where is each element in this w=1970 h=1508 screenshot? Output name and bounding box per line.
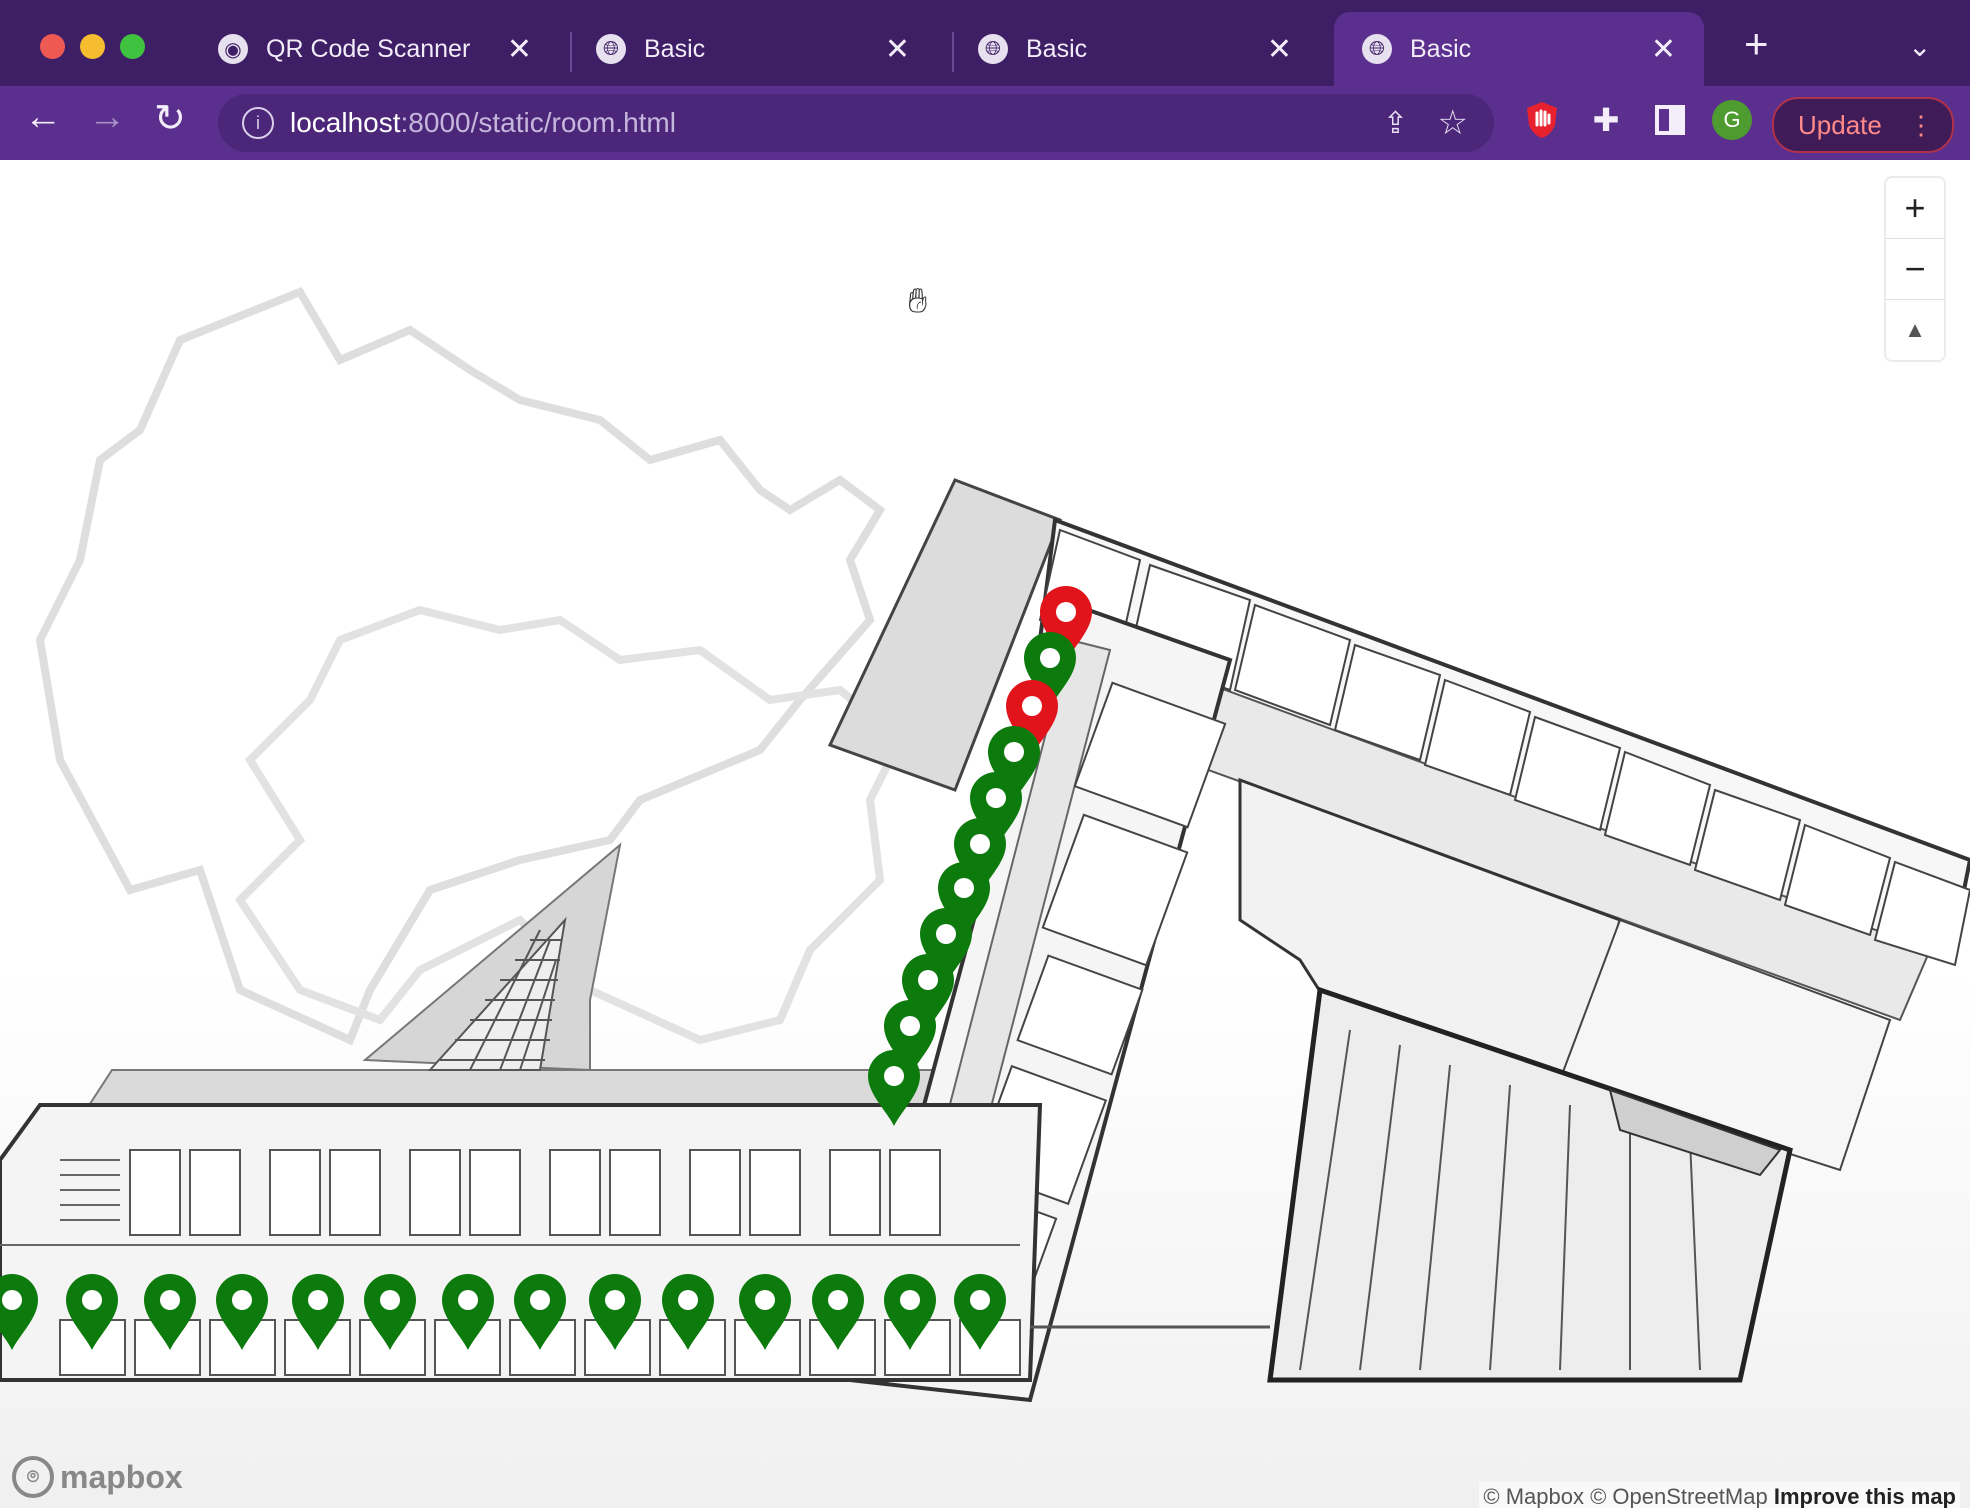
zoom-out-button[interactable]: −	[1886, 239, 1944, 300]
tab-label: Basic	[644, 34, 706, 63]
tab-label: QR Code Scanner	[266, 34, 471, 63]
mapbox-mark-icon: ⌾	[12, 1456, 54, 1498]
marker-center-dot	[1056, 602, 1076, 622]
profile-avatar[interactable]: G	[1712, 100, 1752, 140]
marker-center-dot	[986, 788, 1006, 808]
marker-center-dot	[1040, 648, 1060, 668]
improve-map-link[interactable]: Improve this map	[1774, 1484, 1956, 1508]
update-button[interactable]: Update ⋮	[1772, 97, 1954, 153]
zoom-in-button[interactable]: +	[1886, 178, 1944, 239]
marker-center-dot	[678, 1290, 698, 1310]
update-label: Update	[1798, 109, 1882, 140]
attribution-text: © Mapbox © OpenStreetMap	[1483, 1484, 1768, 1508]
share-icon[interactable]: ⇪	[1383, 106, 1408, 141]
new-tab-button[interactable]: +	[1744, 20, 1769, 68]
map-canvas[interactable]: ✋︎ + − ▲ ⌾ mapbox © Mapbox © OpenStreetM…	[0, 160, 1970, 1508]
tab-search-chevron-icon[interactable]: ⌄	[1908, 30, 1931, 63]
marker-center-dot	[2, 1290, 22, 1310]
url-host: localhost	[290, 107, 401, 138]
marker-center-dot	[954, 878, 974, 898]
menu-kebab-icon[interactable]: ⋮	[1908, 110, 1934, 141]
navigation-control: + − ▲	[1886, 178, 1944, 360]
close-tab-icon[interactable]: ✕	[507, 32, 532, 67]
hand-cursor-icon: ✋︎	[908, 282, 928, 320]
marker-center-dot	[884, 1066, 904, 1086]
marker-center-dot	[755, 1290, 775, 1310]
compass-button[interactable]: ▲	[1886, 300, 1944, 360]
marker-center-dot	[828, 1290, 848, 1310]
profile-initial: G	[1712, 100, 1752, 140]
marker-center-dot	[1022, 696, 1042, 716]
tab-basic-2[interactable]: 🌐︎ Basic ✕	[950, 12, 1320, 86]
marker-center-dot	[458, 1290, 478, 1310]
close-tab-icon[interactable]: ✕	[1267, 32, 1292, 67]
tab-label: Basic	[1410, 34, 1472, 63]
marker-center-dot	[900, 1290, 920, 1310]
tab-qr-code-scanner[interactable]: ◉ QR Code Scanner ✕	[190, 12, 560, 86]
bookmark-star-icon[interactable]: ☆	[1438, 103, 1468, 143]
map-attribution: © Mapbox © OpenStreetMap Improve this ma…	[1479, 1482, 1960, 1508]
close-window-button[interactable]	[40, 34, 65, 59]
tab-basic-1[interactable]: 🌐︎ Basic ✕	[568, 12, 938, 86]
mapbox-logo[interactable]: ⌾ mapbox	[12, 1456, 183, 1498]
marker-center-dot	[380, 1290, 400, 1310]
marker-center-dot	[530, 1290, 550, 1310]
side-panel-icon[interactable]	[1650, 100, 1690, 140]
site-info-icon[interactable]: i	[242, 107, 274, 139]
mapbox-logo-text: mapbox	[60, 1458, 183, 1495]
tab-strip: ◉ QR Code Scanner ✕ 🌐︎ Basic ✕ 🌐︎ Basic …	[0, 0, 1970, 86]
marker-center-dot	[900, 1016, 920, 1036]
forward-button[interactable]: →	[88, 96, 126, 139]
marker-center-dot	[605, 1290, 625, 1310]
marker-center-dot	[308, 1290, 328, 1310]
tab-label: Basic	[1026, 34, 1088, 63]
tab-basic-active[interactable]: 🌐︎ Basic ✕	[1334, 12, 1704, 86]
marker-center-dot	[936, 924, 956, 944]
url-path: :8000/static/room.html	[400, 107, 676, 138]
marker-center-dot	[232, 1290, 252, 1310]
close-tab-icon[interactable]: ✕	[885, 32, 910, 67]
reload-button[interactable]: ↻	[154, 96, 186, 141]
marker-center-dot	[970, 834, 990, 854]
floorplan-overlay	[0, 287, 1970, 1403]
back-button[interactable]: ←	[24, 96, 62, 139]
marker-center-dot	[1004, 742, 1024, 762]
marker-center-dot	[970, 1290, 990, 1310]
marker-center-dot	[82, 1290, 102, 1310]
qr-favicon-icon: ◉	[218, 34, 248, 64]
maximize-window-button[interactable]	[120, 34, 145, 59]
url-text[interactable]: localhost:8000/static/room.html	[290, 107, 676, 139]
minimize-window-button[interactable]	[80, 34, 105, 59]
marker-center-dot	[160, 1290, 180, 1310]
globe-favicon-icon: 🌐︎	[978, 34, 1008, 64]
marker-center-dot	[918, 970, 938, 990]
extensions-puzzle-icon[interactable]: ✚	[1586, 100, 1626, 140]
address-bar[interactable]: i localhost:8000/static/room.html ⇪ ☆	[218, 94, 1494, 152]
globe-favicon-icon: 🌐︎	[596, 34, 626, 64]
close-tab-icon[interactable]: ✕	[1651, 32, 1676, 67]
adblock-extension-icon[interactable]	[1522, 100, 1562, 140]
globe-favicon-icon: 🌐︎	[1362, 34, 1392, 64]
